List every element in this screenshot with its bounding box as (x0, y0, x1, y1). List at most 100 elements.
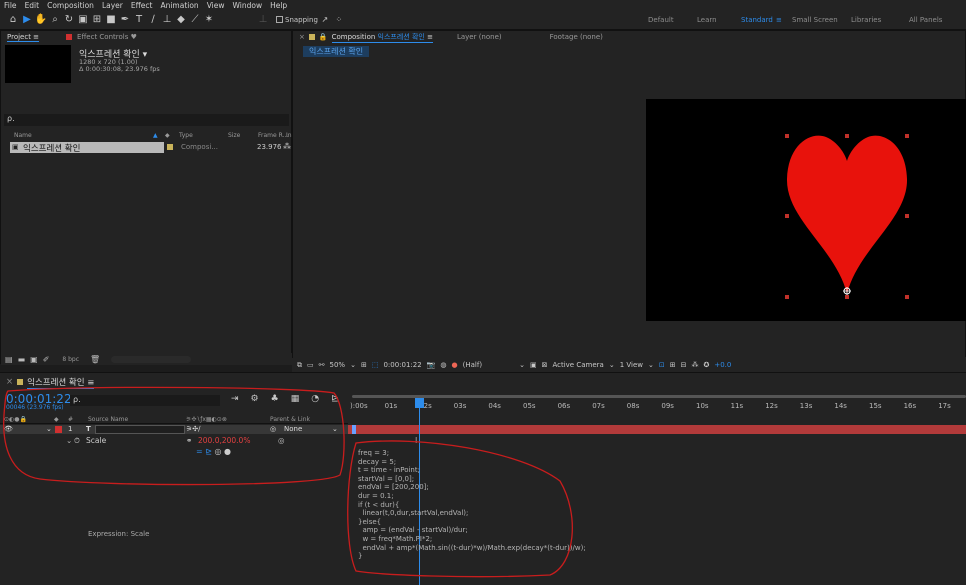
draft-3d-icon[interactable]: ⊞ (670, 361, 676, 369)
snap-features-icon[interactable]: ⁘ (332, 15, 346, 24)
comp-icon: ▣ (12, 143, 19, 151)
comp-viewer-canvas[interactable] (646, 99, 966, 321)
label-tag-icon[interactable]: ◆ (165, 132, 170, 139)
snapping-toggle[interactable]: Snapping (276, 16, 318, 24)
new-folder-icon[interactable]: ▬ (18, 355, 26, 364)
tab-footage[interactable]: Footage (none) (550, 33, 603, 41)
mask-visibility-icon[interactable]: ⚯ (319, 361, 325, 369)
project-columns-header: Name ▲ ◆ Type Size Frame R... In (4, 132, 292, 141)
type-tool-icon[interactable]: T (132, 14, 146, 25)
workspace-menu-icon[interactable]: ≡ (776, 16, 782, 24)
exposure-value[interactable]: +0.0 (714, 361, 731, 369)
selection-tool-icon[interactable]: ▶ (20, 14, 34, 25)
project-panel-tabs: Project ≡ Effect Controls ♥ (1, 31, 291, 43)
trash-icon[interactable]: 🗑 (90, 355, 100, 364)
annotation-ellipse-left (3, 386, 345, 486)
comp-thumbnail (5, 45, 71, 83)
comp-timecode[interactable]: 0:00:01:22 (383, 361, 421, 369)
project-scrollbar[interactable] (111, 355, 192, 363)
roto-brush-tool-icon[interactable]: ⟋ (188, 14, 202, 25)
project-item-name: 익스프레션 확인 (23, 144, 81, 154)
puppet-tool-icon[interactable]: ✶ (202, 14, 216, 25)
network-icon: ⁂ (283, 142, 291, 151)
home-icon[interactable]: ⌂ (6, 14, 20, 25)
comp-label-swatch (308, 34, 315, 40)
new-comp-icon[interactable]: ▣ (30, 355, 38, 364)
annotation-overlay (3, 386, 573, 578)
comp-breadcrumb[interactable]: 익스프레션 확인 (303, 46, 370, 57)
bit-depth-button[interactable]: 8 bpc (62, 356, 79, 363)
project-item-row[interactable]: ▣ 익스프레션 확인 Composi... 23.976 ⁂ (4, 142, 292, 154)
menu-view[interactable]: View (207, 1, 225, 10)
close-tab-icon[interactable]: × (299, 33, 305, 41)
snapping-label: Snapping (285, 15, 318, 24)
color-channel-icon[interactable]: ● (452, 361, 458, 369)
flowchart-icon[interactable]: ⊟ (681, 361, 687, 369)
heart-shape-layer[interactable] (646, 99, 966, 321)
clone-stamp-tool-icon[interactable]: ⊥ (160, 14, 174, 25)
monitor-icon[interactable]: ▭ (307, 361, 314, 369)
snap-edges-icon[interactable]: ↗ (318, 15, 332, 24)
workspace-learn[interactable]: Learn (697, 16, 717, 24)
zoom-tool-icon[interactable]: ⌕ (48, 14, 62, 25)
transparency-grid-icon[interactable]: ⊠ (542, 361, 548, 369)
camera-dropdown[interactable]: Active Camera (552, 361, 603, 369)
menu-edit[interactable]: Edit (25, 1, 40, 10)
menu-file[interactable]: File (4, 1, 17, 10)
tab-project[interactable]: Project ≡ (7, 33, 40, 42)
chevron-down-icon[interactable]: ⌄ (519, 361, 525, 369)
col-frame-rate[interactable]: Frame R... (258, 132, 288, 139)
show-snapshot-icon[interactable]: ◍ (440, 361, 446, 369)
adjust-icon[interactable]: ✐ (43, 355, 50, 364)
chevron-down-icon[interactable]: ⌄ (609, 361, 615, 369)
snapping-checkbox[interactable] (276, 16, 283, 23)
menu-window[interactable]: Window (233, 1, 263, 10)
menu-composition[interactable]: Composition (47, 1, 94, 10)
label-swatch (167, 144, 173, 150)
snapshot-icon[interactable]: 📷 (427, 361, 436, 369)
rectangle-tool-icon[interactable]: ■ (104, 14, 118, 25)
brush-tool-icon[interactable]: ∕ (146, 14, 160, 25)
menu-help[interactable]: Help (270, 1, 287, 10)
magnification-dropdown[interactable]: 50% (330, 361, 346, 369)
workspace-small-screen[interactable]: Small Screen (792, 16, 838, 24)
workspace-all-panels[interactable]: All Panels (909, 16, 942, 24)
eraser-tool-icon[interactable]: ◆ (174, 14, 188, 25)
project-panel: Project ≡ Effect Controls ♥ 익스프레션 확인 ▾ 1… (0, 30, 293, 365)
tab-effect-controls[interactable]: Effect Controls ♥ (77, 33, 137, 41)
rotate-tool-icon[interactable]: ↻ (62, 14, 76, 25)
interpret-footage-icon[interactable]: ▤ (5, 355, 13, 364)
pixel-aspect-icon[interactable]: ⊡ (659, 361, 665, 369)
resolution-dropdown[interactable]: (Half) (463, 361, 482, 369)
workspace-libraries[interactable]: Libraries (851, 16, 881, 24)
menu-animation[interactable]: Animation (160, 1, 198, 10)
lock-icon[interactable]: 🔒 (319, 33, 328, 41)
project-footer: ▤ ▬ ▣ ✐ 8 bpc 🗑 (1, 353, 293, 365)
local-axis-icon[interactable]: ⊥ (256, 14, 270, 25)
col-size[interactable]: Size (228, 132, 240, 139)
pen-tool-icon[interactable]: ✒ (118, 14, 132, 25)
camera-tool-icon[interactable]: ▣ (76, 14, 90, 25)
view-layout-dropdown[interactable]: 1 View (620, 361, 643, 369)
col-name[interactable]: Name (14, 132, 32, 139)
col-in[interactable]: In (286, 132, 292, 139)
network-icon[interactable]: ⁂ (691, 361, 698, 369)
menu-effect[interactable]: Effect (131, 1, 153, 10)
project-search-input[interactable]: ρ. (4, 114, 289, 126)
chevron-down-icon[interactable]: ⌄ (350, 361, 356, 369)
exposure-icon[interactable]: ✪ (703, 361, 709, 369)
chevron-down-icon[interactable]: ⌄ (648, 361, 654, 369)
tab-layer[interactable]: Layer (none) (457, 33, 502, 41)
fast-previews-icon[interactable]: ▣ (530, 361, 537, 369)
safe-zones-icon[interactable]: ⊞ (361, 361, 367, 369)
always-preview-icon[interactable]: ⧉ (297, 361, 302, 370)
region-of-interest-icon[interactable]: ⬚ (372, 361, 379, 369)
hand-tool-icon[interactable]: ✋ (34, 14, 48, 25)
sort-arrow-icon[interactable]: ▲ (153, 132, 158, 139)
pan-behind-tool-icon[interactable]: ⊞ (90, 14, 104, 25)
workspace-default[interactable]: Default (648, 16, 674, 24)
workspace-standard[interactable]: Standard (741, 16, 773, 24)
tab-composition[interactable]: Composition 익스프레션 확인 ≡ (331, 32, 433, 43)
menu-layer[interactable]: Layer (102, 1, 123, 10)
col-type[interactable]: Type (179, 132, 193, 139)
